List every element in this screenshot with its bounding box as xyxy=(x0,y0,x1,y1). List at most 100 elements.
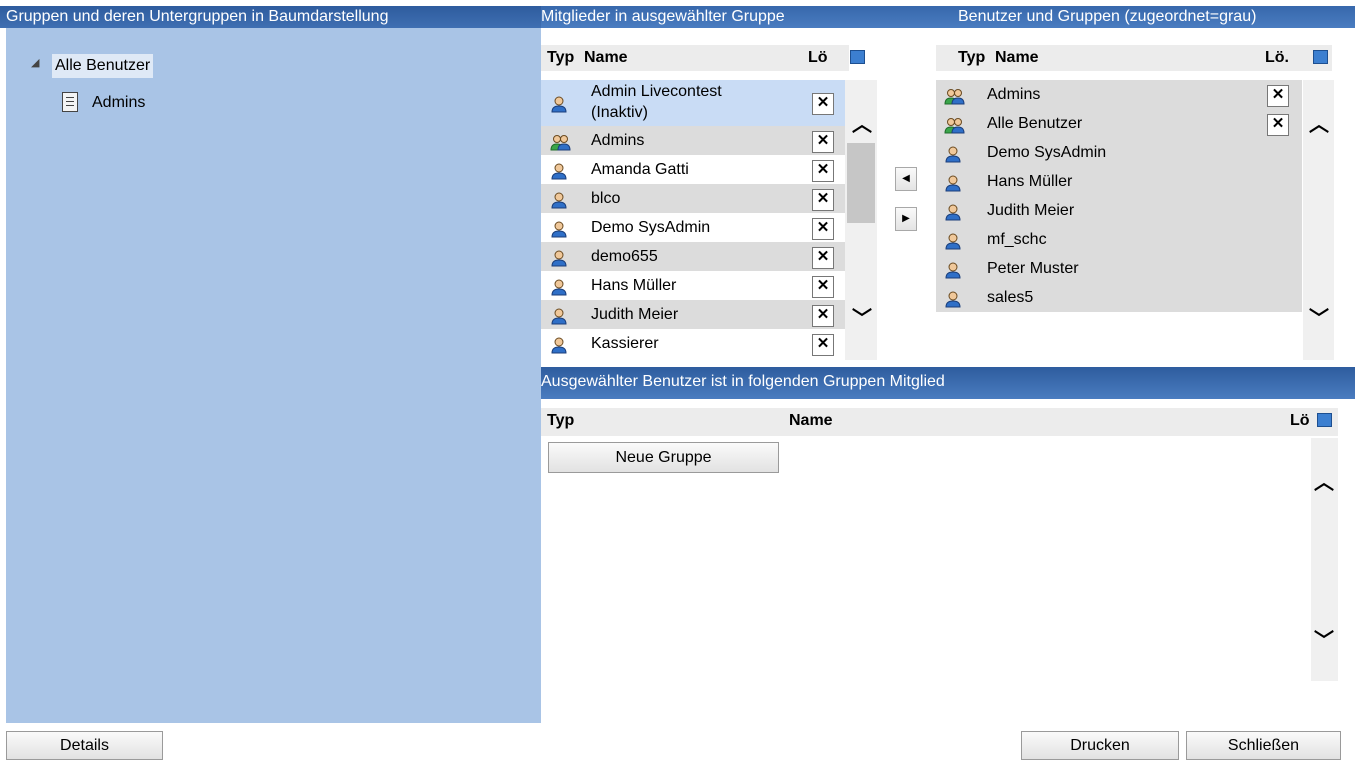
item-name-line: Admin Livecontest xyxy=(591,83,722,100)
list-item[interactable]: Kassierer ✕ xyxy=(541,329,845,358)
item-name: Judith Meier xyxy=(987,202,1075,219)
col-typ: Typ xyxy=(958,49,986,66)
list-item[interactable]: Peter Muster xyxy=(936,254,1302,283)
close-button[interactable]: Schließen xyxy=(1186,731,1341,760)
tree-node-alle-benutzer[interactable]: Alle Benutzer xyxy=(52,54,154,78)
item-name: blco xyxy=(591,190,621,207)
scroll-down-icon[interactable]: ﹀ xyxy=(850,302,874,331)
membership-column-header: Typ Name Lö xyxy=(541,408,1338,436)
col-typ: Typ xyxy=(547,49,575,66)
item-name: Admin Livecontest (Inaktiv) xyxy=(591,81,722,123)
user-icon xyxy=(550,190,568,208)
delete-icon[interactable]: ✕ xyxy=(812,130,834,153)
delete-icon[interactable]: ✕ xyxy=(812,246,834,269)
item-name: demo655 xyxy=(591,248,658,265)
delete-icon[interactable]: ✕ xyxy=(1267,113,1289,136)
item-name: Demo SysAdmin xyxy=(987,144,1107,161)
available-list: Admins ✕ Alle Benutzer ✕ Demo SysAdmin Hans M… xyxy=(936,80,1302,360)
col-loeschen: Lö xyxy=(808,49,828,66)
scroll-down-icon[interactable]: ﹀ xyxy=(1312,624,1336,653)
user-icon xyxy=(550,306,568,324)
col-name: Name xyxy=(995,49,1039,66)
item-name: Peter Muster xyxy=(987,260,1079,277)
item-name: Judith Meier xyxy=(591,306,679,323)
list-item[interactable]: Judith Meier xyxy=(936,196,1302,225)
group-icon xyxy=(944,86,965,104)
scroll-up-icon[interactable]: ︿ xyxy=(1312,466,1336,495)
tree-expand-icon[interactable]: ◢ xyxy=(31,56,39,69)
user-icon xyxy=(944,144,962,162)
list-item[interactable]: Demo SysAdmin ✕ xyxy=(541,213,845,242)
tree-node-admins[interactable]: Admins xyxy=(92,92,145,114)
membership-panel-header: Ausgewählter Benutzer ist in folgenden G… xyxy=(541,367,1355,399)
group-list-icon xyxy=(62,92,78,112)
item-name: Hans Müller xyxy=(987,173,1073,190)
members-column-header: Typ Name Lö xyxy=(541,45,849,71)
item-name: mf_schc xyxy=(987,231,1047,248)
col-name: Name xyxy=(789,412,833,429)
list-item[interactable]: Amanda Gatti ✕ xyxy=(541,155,845,184)
delete-icon[interactable]: ✕ xyxy=(812,93,834,115)
export-icon[interactable] xyxy=(850,50,865,64)
col-typ: Typ xyxy=(547,412,575,429)
list-item[interactable]: blco ✕ xyxy=(541,184,845,213)
col-name: Name xyxy=(584,49,628,66)
list-item[interactable]: mf_schc xyxy=(936,225,1302,254)
delete-icon[interactable]: ✕ xyxy=(812,217,834,240)
user-icon xyxy=(944,202,962,220)
user-icon xyxy=(944,173,962,191)
members-panel-header: Mitglieder in ausgewählter Gruppe xyxy=(541,6,936,28)
available-panel-header: Benutzer und Gruppen (zugeordnet=grau) xyxy=(936,6,1355,28)
item-name: sales5 xyxy=(987,289,1034,306)
delete-icon[interactable]: ✕ xyxy=(812,159,834,182)
list-item[interactable]: Hans Müller ✕ xyxy=(541,271,845,300)
print-button[interactable]: Drucken xyxy=(1021,731,1179,760)
delete-icon[interactable]: ✕ xyxy=(812,275,834,298)
user-icon xyxy=(550,277,568,295)
list-item[interactable]: Admins ✕ xyxy=(541,126,845,155)
user-icon xyxy=(944,231,962,249)
item-name-line: (Inaktiv) xyxy=(591,104,648,121)
tree-panel xyxy=(6,28,541,723)
user-icon xyxy=(550,219,568,237)
list-item[interactable]: Admins ✕ xyxy=(936,80,1302,109)
move-right-button[interactable]: ▶ xyxy=(895,207,917,231)
list-item[interactable]: demo655 ✕ xyxy=(541,242,845,271)
members-scrollbar-thumb[interactable] xyxy=(847,143,875,223)
item-name: Admins xyxy=(591,132,645,149)
user-icon xyxy=(550,248,568,266)
group-icon xyxy=(550,132,571,150)
item-name: Amanda Gatti xyxy=(591,161,689,178)
export-icon[interactable] xyxy=(1313,50,1328,64)
list-item[interactable]: Judith Meier ✕ xyxy=(541,300,845,329)
list-item[interactable]: Demo SysAdmin xyxy=(936,138,1302,167)
scroll-down-icon[interactable]: ﹀ xyxy=(1307,302,1331,331)
scroll-up-icon[interactable]: ︿ xyxy=(1307,108,1331,137)
list-item[interactable]: Admin Livecontest (Inaktiv) ✕ xyxy=(541,80,845,126)
scroll-up-icon[interactable]: ︿ xyxy=(850,108,874,137)
item-name: Demo SysAdmin xyxy=(591,219,711,236)
item-name: Admins xyxy=(987,86,1041,103)
details-button[interactable]: Details xyxy=(6,731,163,760)
delete-icon[interactable]: ✕ xyxy=(812,304,834,327)
user-icon xyxy=(550,335,568,353)
user-icon xyxy=(944,289,962,307)
user-icon xyxy=(550,94,568,113)
export-icon[interactable] xyxy=(1317,413,1332,427)
available-column-header: Typ Name Lö. xyxy=(936,45,1332,71)
user-icon xyxy=(550,161,568,179)
group-icon xyxy=(944,115,965,133)
delete-icon[interactable]: ✕ xyxy=(812,333,834,356)
col-loeschen: Lö. xyxy=(1265,49,1289,66)
move-left-button[interactable]: ◀ xyxy=(895,167,917,191)
members-list: Admin Livecontest (Inaktiv) ✕ Admins ✕ Amanda… xyxy=(541,80,849,360)
list-item[interactable]: Alle Benutzer ✕ xyxy=(936,109,1302,138)
item-name: Hans Müller xyxy=(591,277,677,294)
new-group-button[interactable]: Neue Gruppe xyxy=(548,442,779,473)
list-item[interactable]: sales5 xyxy=(936,283,1302,312)
delete-icon[interactable]: ✕ xyxy=(1267,84,1289,107)
list-item[interactable]: Hans Müller xyxy=(936,167,1302,196)
user-icon xyxy=(944,260,962,278)
delete-icon[interactable]: ✕ xyxy=(812,188,834,211)
item-name: Alle Benutzer xyxy=(987,115,1083,132)
